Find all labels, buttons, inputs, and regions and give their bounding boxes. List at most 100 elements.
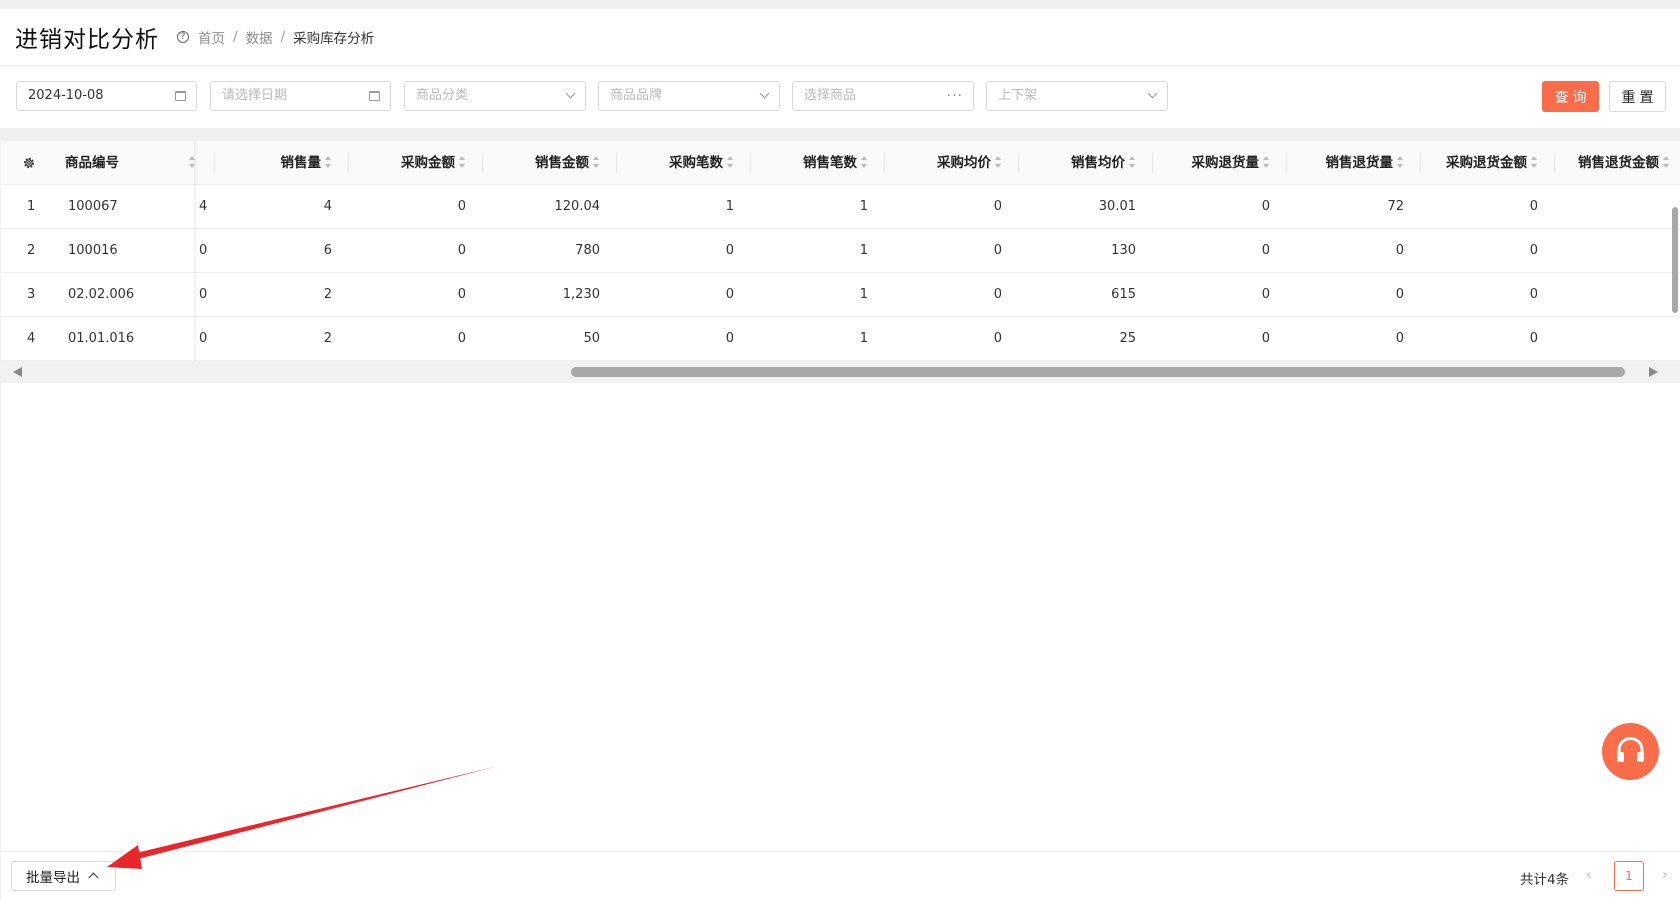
cell: 615 (1111, 287, 1136, 302)
cell: 120.04 (554, 199, 601, 214)
cell: 0 (725, 331, 734, 346)
cell: 780 (575, 243, 600, 258)
table-row[interactable]: 1 100067 4 4 0 120.04 1 1 0 30.01 0 72 0 (1, 185, 1680, 229)
breadcrumb-separator: / (280, 29, 286, 45)
column-header-product-code[interactable]: 商品编号 (61, 141, 187, 185)
product-placeholder: 选择商品 (804, 88, 857, 103)
chevron-up-icon (88, 872, 99, 883)
cell: 0 (199, 331, 208, 346)
cell: 1 (725, 199, 734, 214)
cell: 0 (993, 243, 1002, 258)
footer-bar: 批量导出 共计4条 ‹ 1 › (1, 851, 1680, 901)
headset-icon (1617, 737, 1644, 762)
column-header-sales-count[interactable]: 销售笔数 (750, 141, 884, 185)
column-header-sales-qty[interactable]: 销售量 (214, 141, 348, 185)
help-icon[interactable]: ? (177, 31, 189, 43)
sort-icon (1397, 156, 1404, 168)
vertical-scroll-thumb[interactable] (1672, 207, 1678, 313)
category-select[interactable]: 商品分类 (404, 81, 586, 111)
vertical-scrollbar[interactable] (1669, 185, 1680, 361)
chevron-down-icon (1147, 88, 1158, 99)
start-date-value: 2024-10-08 (28, 88, 104, 103)
chevron-right-icon[interactable]: › (1662, 867, 1668, 883)
cell: 30.01 (1098, 199, 1136, 214)
table-row[interactable]: 3 02.02.006 0 2 0 1,230 0 1 0 615 0 0 0 (1, 273, 1680, 317)
calendar-icon (175, 91, 186, 101)
column-header-sales-return-amount[interactable]: 销售退货金额 (1578, 141, 1680, 185)
cell: 0 (725, 287, 734, 302)
column-header-purchase-return-qty[interactable]: 采购退货量 (1152, 141, 1286, 185)
table-header: 商品编号 销售量 采购金额 销售金额 采购笔数 销售笔数 采购均价 销售均价 采… (1, 141, 1680, 185)
more-icon: ··· (946, 88, 963, 104)
column-header-sorter[interactable] (185, 141, 201, 185)
sort-icon (995, 156, 1002, 168)
reset-button[interactable]: 重置 (1609, 81, 1666, 112)
cell: 1 (859, 331, 868, 346)
product-code-cell: 100016 (68, 243, 118, 258)
cell: 1 (859, 243, 868, 258)
horizontal-scroll-thumb[interactable] (571, 367, 1625, 377)
cell: 0 (199, 287, 208, 302)
product-picker[interactable]: 选择商品 ··· (792, 81, 974, 111)
product-code-cell: 100067 (68, 199, 118, 214)
cell: 0 (993, 199, 1002, 214)
breadcrumb-home[interactable]: 首页 (198, 27, 225, 47)
cell: 0 (1261, 199, 1270, 214)
cell: 0 (199, 243, 208, 258)
brand-placeholder: 商品品牌 (610, 88, 663, 103)
filter-bar: 2024-10-08 请选择日期 商品分类 商品品牌 选择商品 ··· 上下架 … (0, 66, 1680, 128)
cell: 25 (1119, 331, 1136, 346)
query-button[interactable]: 查询 (1542, 81, 1599, 112)
end-date-picker[interactable]: 请选择日期 (210, 81, 391, 111)
horizontal-scrollbar[interactable] (1, 361, 1680, 383)
column-header-purchase-return-amount[interactable]: 采购退货金额 (1420, 141, 1554, 185)
table-row[interactable]: 4 01.01.016 0 2 0 50 0 1 0 25 0 0 0 (1, 317, 1680, 361)
cell: 2 (323, 287, 332, 302)
sort-icon (727, 156, 734, 168)
row-index: 2 (27, 243, 36, 258)
category-placeholder: 商品分类 (416, 88, 469, 103)
cell: 0 (1261, 287, 1270, 302)
cell: 0 (457, 331, 466, 346)
product-code-cell: 01.01.016 (68, 331, 135, 346)
total-count: 共计4条 (1520, 872, 1570, 888)
start-date-picker[interactable]: 2024-10-08 (16, 81, 197, 111)
column-header-purchase-amount[interactable]: 采购金额 (348, 141, 482, 185)
scroll-right-arrow-icon[interactable] (1649, 367, 1658, 377)
breadcrumb-data[interactable]: 数据 (246, 27, 273, 47)
shelf-placeholder: 上下架 (998, 88, 1038, 103)
cell: 0 (1261, 243, 1270, 258)
row-index: 1 (27, 199, 36, 214)
batch-export-button[interactable]: 批量导出 (11, 861, 116, 891)
cell: 0 (725, 243, 734, 258)
cell: 0 (993, 287, 1002, 302)
chevron-left-icon[interactable]: ‹ (1586, 867, 1592, 883)
shelf-status-select[interactable]: 上下架 (986, 81, 1168, 111)
breadcrumb-separator: / (233, 29, 238, 45)
cell: 0 (1395, 287, 1404, 302)
cell: 130 (1111, 243, 1136, 258)
cell: 0 (1395, 331, 1404, 346)
column-header-purchase-avg-price[interactable]: 采购均价 (884, 141, 1018, 185)
column-header-sales-return-qty[interactable]: 销售退货量 (1286, 141, 1420, 185)
gear-icon[interactable] (22, 156, 36, 170)
customer-service-button[interactable] (1602, 723, 1659, 780)
sort-icon (1531, 156, 1538, 168)
cell: 4 (199, 199, 208, 214)
scroll-left-arrow-icon[interactable] (13, 367, 22, 377)
column-header-purchase-count[interactable]: 采购笔数 (616, 141, 750, 185)
cell: 4 (323, 199, 332, 214)
page-header: 进销对比分析 ? 首页 / 数据 / 采购库存分析 (0, 9, 1680, 66)
cell: 0 (1529, 331, 1538, 346)
brand-select[interactable]: 商品品牌 (598, 81, 780, 111)
page-number-current[interactable]: 1 (1614, 861, 1644, 891)
breadcrumb-current: 采购库存分析 (293, 31, 375, 47)
column-header-sales-avg-price[interactable]: 销售均价 (1018, 141, 1152, 185)
sort-icon (1263, 156, 1270, 168)
column-header-sales-amount[interactable]: 销售金额 (482, 141, 616, 185)
cell: 72 (1387, 199, 1404, 214)
sort-icon (593, 156, 600, 168)
table-row[interactable]: 2 100016 0 6 0 780 0 1 0 130 0 0 0 (1, 229, 1680, 273)
calendar-icon (369, 91, 380, 101)
cell: 0 (1529, 287, 1538, 302)
